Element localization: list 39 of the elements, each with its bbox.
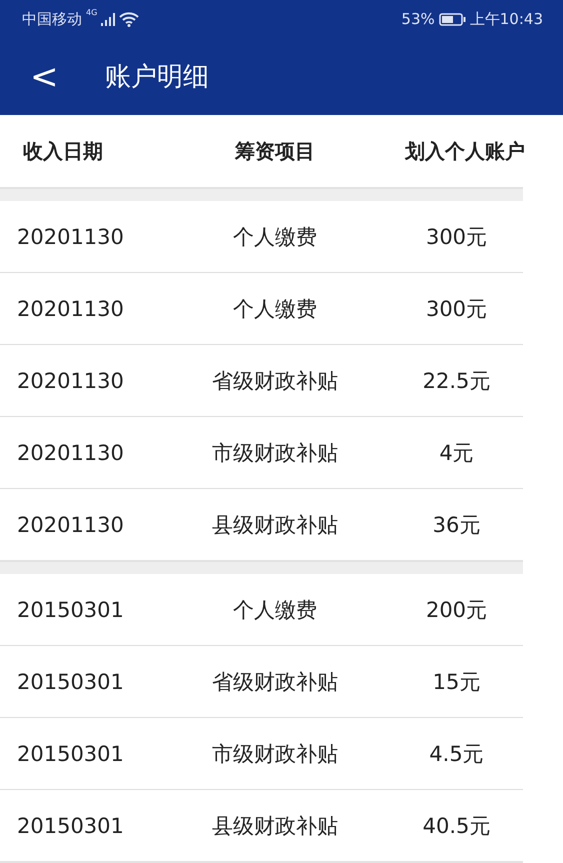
amount-cell-text: 4元 [438, 440, 475, 466]
column-header: 筹资项目 [234, 138, 316, 164]
item-cell-text: 县级财政补贴 [211, 812, 339, 840]
date-cell-text: 20150301 [16, 742, 125, 766]
item-cell-text: 市级财政补贴 [211, 440, 339, 466]
amount-cell-text: 300元 [424, 296, 488, 322]
amount-cell-text: 40.5元 [422, 812, 492, 840]
item-cell-text: 省级财政补贴 [211, 668, 339, 696]
amount-cell-text: 15元 [432, 668, 482, 696]
network-type: 4G [86, 8, 98, 17]
item-cell-text: 县级财政补贴 [211, 512, 339, 538]
amount-cell-text: 4.5元 [428, 740, 485, 768]
signal-icon [101, 12, 116, 26]
column-header: 划入个人账户 [404, 138, 526, 164]
wifi-icon [119, 12, 140, 26]
date-cell-text: 20201130 [16, 512, 125, 536]
item-cell-text: 个人缴费 [232, 596, 318, 624]
clock-time: 上午10:43 [470, 10, 543, 28]
battery-percent: 53% [401, 10, 435, 28]
battery-icon [438, 12, 466, 26]
item-cell-text: 个人缴费 [232, 224, 318, 250]
date-cell-text: 20150301 [16, 598, 125, 622]
amount-cell-text: 300元 [424, 224, 488, 250]
back-button[interactable]: < [30, 60, 74, 94]
page-title: 账户明细 [105, 61, 209, 94]
date-cell-text: 20201130 [16, 440, 125, 464]
amount-cell-text: 200元 [424, 596, 488, 624]
carrier-name: 中国移动 [22, 10, 82, 28]
date-cell-text: 20150301 [16, 670, 125, 694]
item-cell-text: 省级财政补贴 [211, 368, 339, 394]
item-cell-text: 市级财政补贴 [211, 740, 339, 768]
amount-cell-text: 36元 [432, 512, 482, 538]
item-cell-text: 个人缴费 [232, 296, 318, 322]
amount-cell-text: 22.5元 [422, 368, 492, 394]
column-header: 收入日期 [22, 138, 104, 164]
date-cell-text: 20201130 [16, 296, 125, 320]
date-cell-text: 20201130 [16, 368, 125, 392]
date-cell-text: 20150301 [16, 814, 125, 838]
date-cell-text: 20201130 [16, 224, 125, 248]
